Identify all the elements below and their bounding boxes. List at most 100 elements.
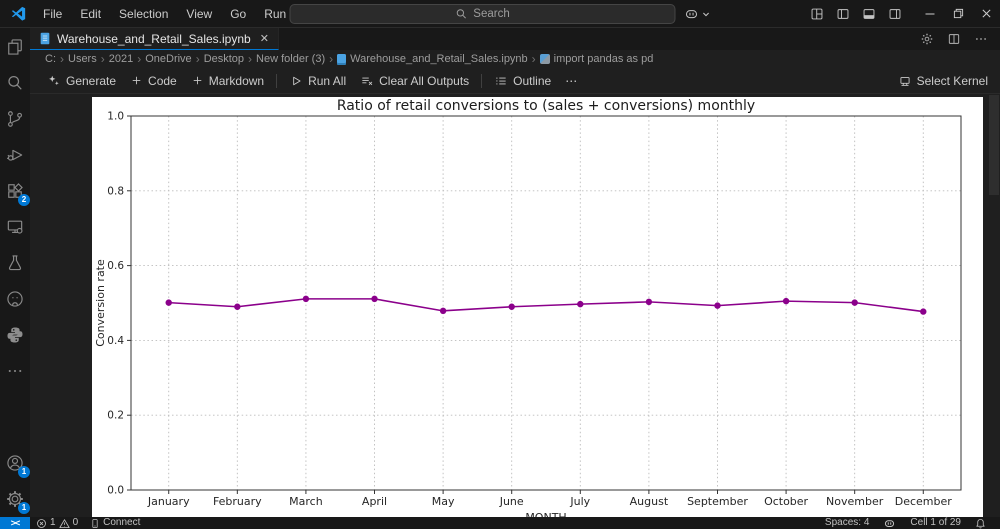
select-kernel-button[interactable]: Select Kernel — [898, 74, 1000, 88]
notifications-bell[interactable] — [969, 518, 992, 529]
tab-actions — [920, 28, 1000, 50]
menu-view[interactable]: View — [178, 4, 220, 24]
copilot-status[interactable] — [877, 517, 902, 529]
cell-indicator[interactable]: Cell 1 of 29 — [904, 517, 967, 529]
menu-file[interactable]: File — [35, 4, 70, 24]
breadcrumb-item[interactable]: Users — [68, 53, 97, 65]
remote-indicator[interactable]: >< — [0, 517, 30, 529]
svg-text:0.4: 0.4 — [107, 335, 124, 347]
accounts-icon[interactable]: 1 — [3, 451, 30, 478]
status-bar: >< 1 0 Connect Spaces: 4 Cell 1 of 29 — [0, 517, 1000, 529]
svg-text:May: May — [432, 495, 455, 508]
editor-scrollbar[interactable] — [989, 95, 999, 195]
data-point-marker — [714, 302, 721, 309]
svg-text:November: November — [826, 495, 884, 508]
window-controls — [916, 0, 1000, 27]
minimize-button[interactable] — [916, 0, 944, 27]
generate-button[interactable]: Generate — [40, 71, 123, 91]
global-search-input[interactable]: Search — [289, 4, 676, 24]
svg-text:April: April — [362, 495, 387, 508]
tab-notebook[interactable]: Warehouse_and_Retail_Sales.ipynb ✕ — [30, 28, 279, 50]
outline-icon — [496, 77, 506, 84]
breadcrumb-item[interactable]: Warehouse_and_Retail_Sales.ipynb — [337, 53, 528, 65]
svg-text:0.2: 0.2 — [107, 410, 124, 422]
chevron-down-icon — [703, 12, 709, 16]
activity-bar: 2 1 1 — [0, 28, 30, 517]
extensions-icon[interactable]: 2 — [3, 179, 30, 206]
error-count: 1 — [50, 517, 56, 528]
breadcrumb-item[interactable]: OneDrive — [145, 53, 191, 65]
explorer-icon[interactable] — [3, 35, 27, 59]
toolbar-more-button[interactable]: ⋯ — [558, 71, 584, 91]
tab-title: Warehouse_and_Retail_Sales.ipynb — [57, 31, 251, 46]
run-all-icon — [293, 76, 301, 85]
more-actions-icon[interactable] — [974, 32, 988, 46]
restore-button[interactable] — [944, 0, 972, 27]
notebook-icon — [337, 53, 347, 65]
outline-button[interactable]: Outline — [487, 71, 558, 91]
clear-outputs-icon — [362, 77, 373, 85]
editor-group: Warehouse_and_Retail_Sales.ipynb ✕ C: › Us… — [30, 28, 1000, 517]
copilot-menu[interactable] — [684, 6, 711, 22]
toggle-secondary-sidebar-icon[interactable] — [888, 7, 902, 21]
tab-close-icon[interactable]: ✕ — [260, 32, 269, 45]
problems-indicator[interactable]: 1 0 — [30, 517, 84, 529]
tab-bar: Warehouse_and_Retail_Sales.ipynb ✕ — [30, 28, 1000, 50]
y-axis-label: Conversion rate — [94, 259, 107, 347]
data-point-marker — [920, 308, 927, 315]
more-views-icon[interactable] — [3, 359, 27, 383]
source-control-icon[interactable] — [3, 107, 27, 131]
close-window-button[interactable] — [972, 0, 1000, 27]
breadcrumb-item[interactable]: New folder (3) — [256, 53, 325, 65]
svg-text:0.8: 0.8 — [107, 185, 124, 197]
chart-title: Ratio of retail conversions to (sales + … — [337, 98, 755, 114]
search-sidebar-icon[interactable] — [3, 71, 27, 95]
github-icon[interactable] — [3, 287, 27, 311]
breadcrumb-separator: › — [60, 52, 64, 66]
title-bar: FileEditSelectionViewGoRun⋯ ← → Search — [0, 0, 1000, 28]
layout-controls — [796, 7, 916, 21]
breadcrumb-separator: › — [248, 52, 253, 66]
breadcrumb-item[interactable]: Desktop — [204, 53, 244, 65]
svg-text:October: October — [764, 495, 808, 508]
breadcrumb-separator: › — [100, 52, 105, 66]
plus-icon — [193, 76, 202, 85]
clear-all-outputs-button[interactable]: Clear All Outputs — [353, 71, 476, 91]
menu-selection[interactable]: Selection — [111, 4, 176, 24]
notebook-settings-gear-icon[interactable] — [920, 32, 934, 46]
breadcrumb-item[interactable]: 2021 — [109, 53, 133, 65]
data-point-marker — [577, 300, 584, 308]
menu-go[interactable]: Go — [222, 4, 254, 24]
customize-layout-icon[interactable] — [810, 7, 824, 21]
breadcrumb-item[interactable]: import pandas as pd — [539, 53, 653, 65]
extensions-badge: 2 — [18, 194, 30, 206]
python-icon[interactable] — [3, 323, 27, 347]
menu-edit[interactable]: Edit — [72, 4, 109, 24]
sparkle-icon — [49, 75, 59, 85]
remote-explorer-icon[interactable] — [3, 215, 27, 239]
svg-text:March: March — [289, 495, 323, 508]
breadcrumb-separator: › — [531, 52, 536, 66]
add-code-cell-button[interactable]: Code — [123, 71, 184, 91]
notebook-toolbar: Generate Code Markdown Run All Clear All… — [30, 68, 1000, 94]
spaces-indicator[interactable]: Spaces: 4 — [819, 517, 875, 529]
run-debug-icon[interactable] — [3, 143, 27, 167]
split-editor-icon[interactable] — [947, 32, 961, 46]
data-point-marker — [234, 303, 241, 310]
add-markdown-cell-button[interactable]: Markdown — [184, 71, 271, 91]
data-point-marker — [302, 295, 310, 303]
run-all-button[interactable]: Run All — [282, 71, 353, 91]
statusbar-right: Spaces: 4 Cell 1 of 29 — [819, 517, 1000, 529]
accounts-badge: 1 — [18, 466, 30, 478]
settings-gear-icon[interactable]: 1 — [3, 487, 30, 514]
copilot-icon — [885, 519, 895, 527]
breadcrumb-item[interactable]: C: — [45, 53, 56, 65]
testing-icon[interactable] — [3, 251, 27, 275]
device-icon — [92, 518, 98, 528]
titlebar-right — [796, 0, 1000, 27]
toggle-primary-sidebar-icon[interactable] — [836, 7, 850, 21]
svg-text:February: February — [213, 495, 262, 508]
connect-button[interactable]: Connect — [84, 517, 146, 529]
toggle-panel-icon[interactable] — [862, 7, 876, 21]
x-axis-label: MONTH — [525, 511, 566, 517]
